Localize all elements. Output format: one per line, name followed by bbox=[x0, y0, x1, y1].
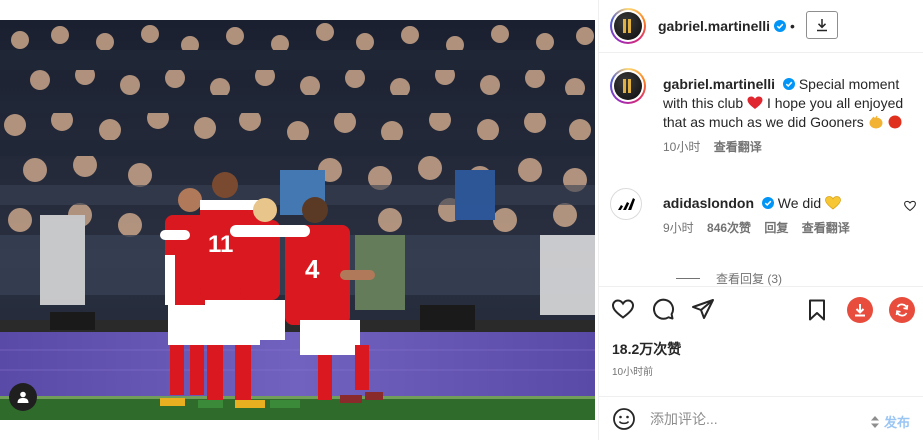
post-caption: gabriel.martinelli Special moment with t… bbox=[610, 68, 916, 155]
share-icon[interactable] bbox=[691, 297, 715, 321]
post-actions: 18.2万次赞 10小时前 bbox=[599, 286, 923, 396]
download-arrow-icon bbox=[855, 304, 865, 317]
download-button[interactable] bbox=[806, 11, 838, 39]
post-comment-button[interactable]: 发布 bbox=[869, 412, 910, 431]
comment-reply-button[interactable]: 回复 bbox=[764, 221, 788, 235]
caption-translate-link[interactable]: 查看翻译 bbox=[714, 140, 762, 154]
avatar-image bbox=[614, 12, 642, 40]
save-media-button[interactable] bbox=[847, 297, 873, 323]
caption-avatar-image bbox=[614, 72, 642, 100]
caption-avatar[interactable] bbox=[610, 68, 646, 104]
caption-avatar-inner bbox=[612, 70, 644, 102]
header-username[interactable]: gabriel.martinelli bbox=[658, 18, 770, 34]
post-time: 10小时前 bbox=[612, 367, 654, 378]
comment-avatar[interactable] bbox=[610, 188, 642, 220]
avatar-inner bbox=[612, 10, 644, 42]
red-heart-emoji-icon bbox=[747, 96, 763, 109]
repost-button[interactable] bbox=[889, 297, 915, 323]
heart-icon[interactable] bbox=[611, 297, 635, 321]
svg-text:11: 11 bbox=[208, 231, 233, 258]
avatar[interactable] bbox=[610, 8, 646, 44]
post-comment-label: 发布 bbox=[884, 415, 911, 430]
sort-arrows-icon bbox=[871, 415, 879, 428]
adidas-logo-icon bbox=[618, 198, 635, 210]
view-replies-label: 查看回复 (3) bbox=[716, 272, 783, 286]
comment-like-icon[interactable] bbox=[904, 200, 916, 212]
comment-likes[interactable]: 846次赞 bbox=[707, 221, 751, 235]
post-photo-image: 11 4 bbox=[0, 20, 595, 420]
red-circle-emoji-icon bbox=[888, 115, 902, 129]
comment-username[interactable]: adidaslondon bbox=[663, 195, 754, 211]
comment-meta: 9小时 846次赞 回复 查看翻译 bbox=[663, 219, 916, 236]
verified-icon bbox=[782, 78, 795, 90]
post-header: gabriel.martinelli • bbox=[599, 0, 923, 53]
bookmark-button[interactable] bbox=[807, 299, 827, 321]
verified-icon bbox=[761, 197, 774, 209]
comment-input[interactable]: 添加评论... bbox=[650, 409, 718, 429]
person-tag-icon bbox=[17, 391, 29, 403]
comment-icon[interactable] bbox=[651, 297, 675, 321]
caption-text: gabriel.martinelli Special moment with t… bbox=[663, 68, 916, 132]
yellow-heart-emoji-icon bbox=[825, 196, 841, 210]
comment-body: We did bbox=[777, 195, 822, 211]
view-replies-line bbox=[676, 278, 700, 279]
comment-text: adidaslondon We did bbox=[663, 188, 916, 213]
svg-text:4: 4 bbox=[305, 254, 320, 284]
repost-icon bbox=[895, 303, 909, 317]
download-icon bbox=[817, 19, 827, 32]
comment-time: 9小时 bbox=[663, 221, 694, 235]
post-side-panel: gabriel.martinelli • gabriel.martinelli bbox=[598, 0, 923, 440]
post-media-area: 11 4 bbox=[0, 0, 598, 440]
view-replies-button[interactable]: 查看回复 (3) bbox=[676, 270, 782, 287]
post-photo[interactable]: 11 4 bbox=[0, 20, 595, 420]
like-count[interactable]: 18.2万次赞 bbox=[612, 339, 681, 359]
clapping-emoji-icon bbox=[869, 115, 883, 129]
action-icons bbox=[611, 297, 715, 321]
comment-translate-link[interactable]: 查看翻译 bbox=[802, 221, 850, 235]
caption-meta: 10小时 查看翻译 bbox=[663, 138, 916, 155]
bookmark-icon bbox=[809, 299, 825, 321]
caption-time: 10小时 bbox=[663, 140, 701, 154]
tag-icon[interactable] bbox=[9, 383, 37, 411]
comments-section: gabriel.martinelli Special moment with t… bbox=[599, 54, 923, 286]
caption-username[interactable]: gabriel.martinelli bbox=[663, 76, 775, 92]
emoji-icon[interactable] bbox=[612, 407, 636, 431]
verified-icon bbox=[774, 20, 787, 32]
header-separator: • bbox=[790, 18, 795, 34]
comment-item: adidaslondon We did 9小时 846次赞 回复 查看翻译 查看… bbox=[610, 188, 916, 286]
comment-composer: 添加评论... 发布 bbox=[599, 396, 923, 440]
